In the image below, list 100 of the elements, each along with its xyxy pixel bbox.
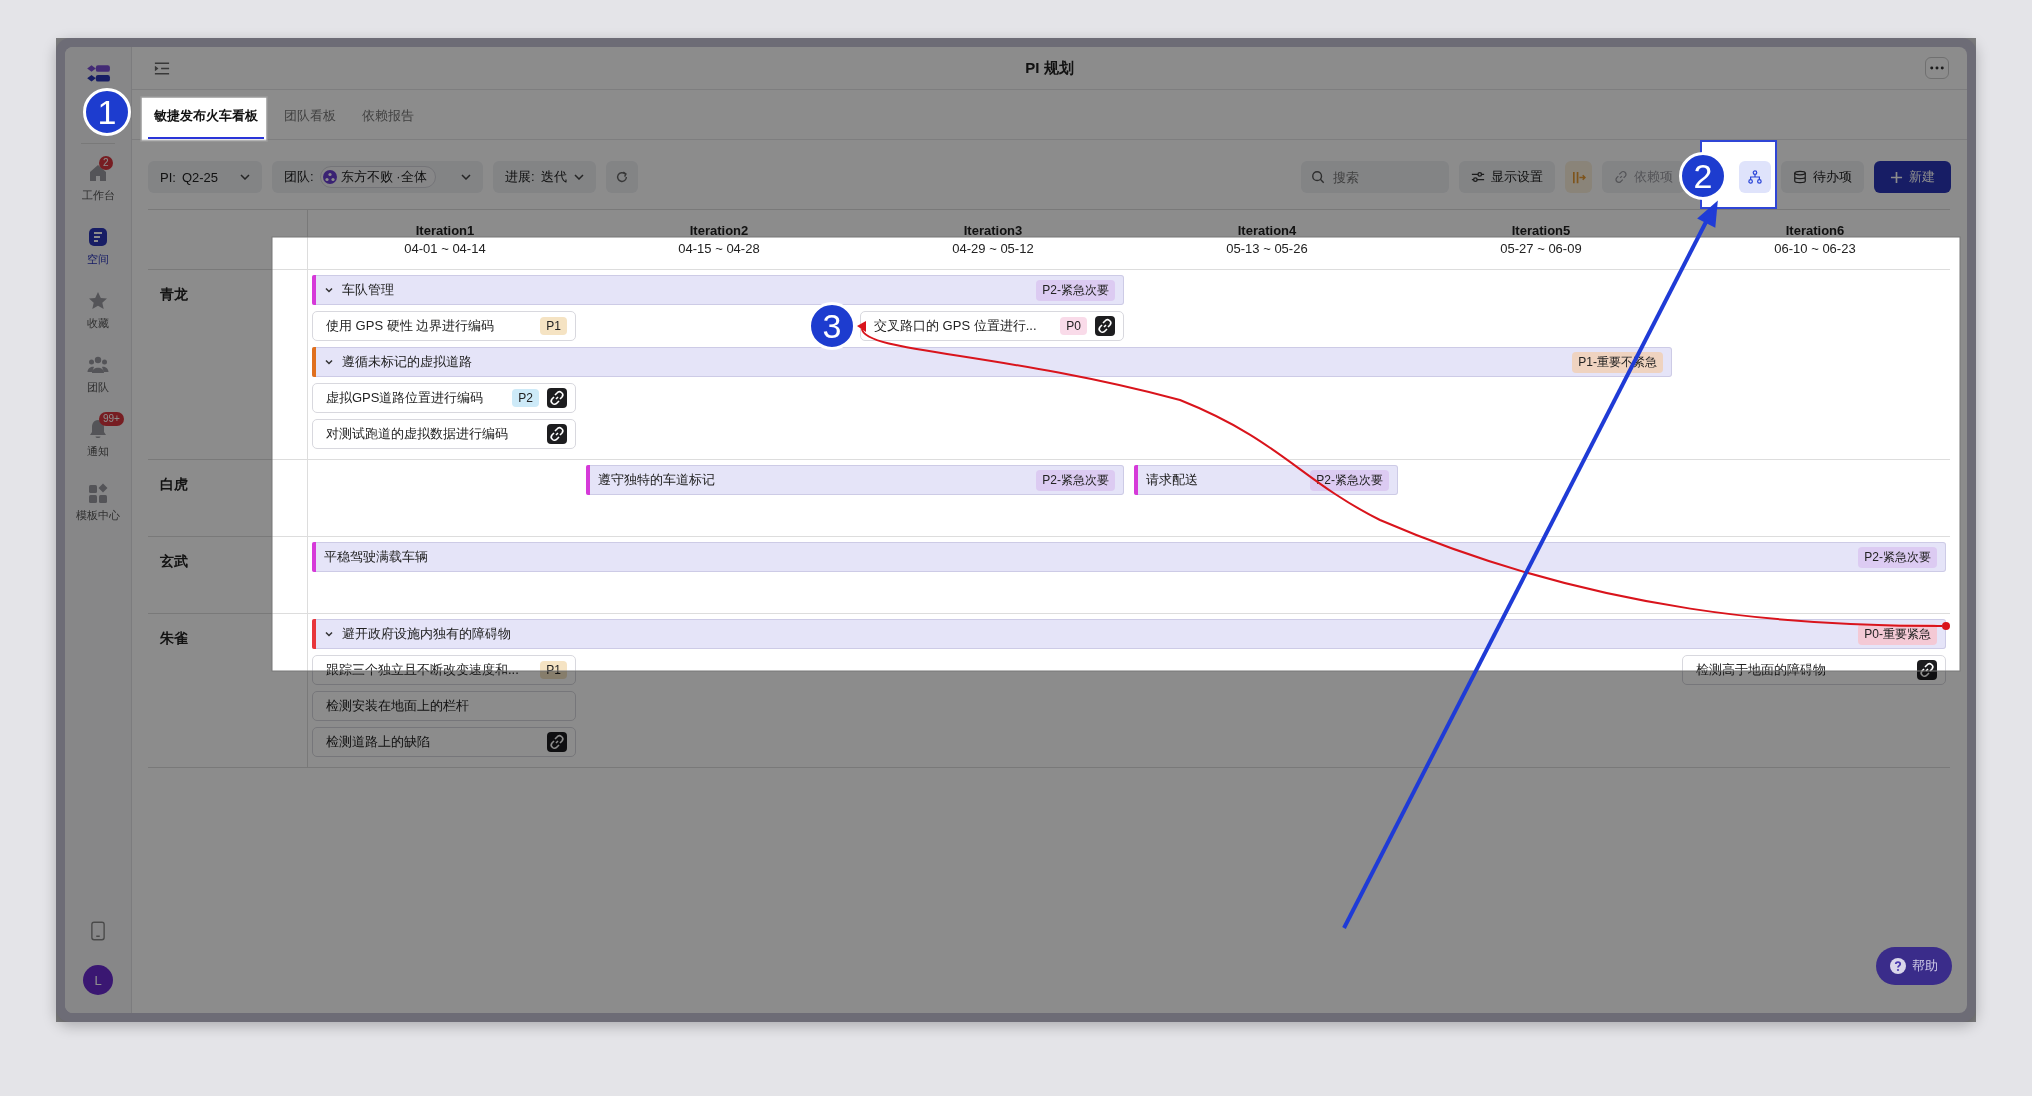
link-icon[interactable] [1095,316,1115,336]
story-card[interactable]: 跟踪三个独立且不断改变速度和... P1 [312,655,576,685]
more-button[interactable] [1925,57,1949,79]
more-icon [1930,66,1944,70]
sidebar-item[interactable]: 99+ 通知 [68,412,128,476]
story-title: 使用 GPS 硬性 边界进行编码 [326,317,495,335]
priority-tag: P1 [540,317,567,335]
team-name: 玄武 [160,553,188,569]
story-card[interactable]: 虚拟GPS道路位置进行编码 P2 [312,383,576,413]
feature-bar[interactable]: 避开政府设施内独有的障碍物 P0-重要紧急 [312,619,1946,649]
link-icon[interactable] [547,424,567,444]
link-icon [1614,170,1628,184]
filter-label: PI: [160,169,176,185]
tab[interactable]: 依赖报告 [356,107,420,139]
feature-bar[interactable]: 请求配送 P2-紧急次要 [1134,465,1398,495]
tab[interactable]: 团队看板 [278,107,342,139]
story-card[interactable]: 交叉路口的 GPS 位置进行... P0 [860,311,1124,341]
link-icon[interactable] [547,388,567,408]
link-icon[interactable] [1917,660,1937,680]
sliders-icon [1471,170,1485,184]
search-field[interactable]: 搜索 [1301,161,1449,193]
help-button[interactable]: 帮助 [1876,947,1952,985]
feature-title: 平稳驾驶满载车辆 [324,548,428,566]
story-card[interactable]: 检测高于地面的障碍物 [1682,655,1946,685]
story-title: 交叉路口的 GPS 位置进行... [874,317,1037,335]
sidebar-item[interactable]: 团队 [68,348,128,412]
iteration-name: Iteration5 [1511,222,1571,240]
feature-title: 遵循未标记的虚拟道路 [342,353,472,371]
database-icon [1793,170,1807,184]
filter-value: 迭代 [540,168,567,186]
story-card[interactable]: 使用 GPS 硬性 边界进行编码 P1 [312,311,576,341]
priority-tag: P0 [1060,317,1087,335]
plus-icon [1890,170,1903,184]
sidebar-label: 通知 [87,444,109,459]
feature-title: 请求配送 [1146,471,1198,489]
notification-badge: 2 [99,156,113,170]
feature-bar[interactable]: 遵守独特的车道标记 P2-紧急次要 [586,465,1124,495]
priority-tag: P2-紧急次要 [1858,546,1937,568]
caret-icon [574,174,584,180]
story-title: 虚拟GPS道路位置进行编码 [326,389,484,407]
question-icon [1890,958,1906,974]
chevron-icon[interactable] [324,629,334,639]
story-card[interactable]: 检测安装在地面上的栏杆 [312,691,576,721]
hierarchy-button[interactable] [1739,161,1771,193]
caret-icon [461,174,471,180]
filter-label: 进展: [505,168,535,186]
filter-dropdown[interactable]: 团队: 东方不败 ·全体 [272,161,483,193]
filter-value: Q2-25 [181,169,219,185]
team-chip: 东方不败 ·全体 [319,166,436,188]
new-button[interactable]: 新建 [1874,161,1951,193]
user-avatar[interactable]: L [83,965,113,995]
filter-label: 团队: [284,168,314,186]
iteration-name: Iteration4 [1237,222,1297,240]
apps-icon [87,482,109,504]
sidebar-item[interactable]: 2 工作台 [68,156,128,220]
team-name: 青龙 [160,286,188,302]
priority-tag: P2-紧急次要 [1036,279,1115,301]
expand-sidebar-icon[interactable] [154,62,170,75]
feature-bar[interactable]: 车队管理 P2-紧急次要 [312,275,1124,305]
refresh-button[interactable] [606,161,638,193]
display-settings-button[interactable]: 显示设置 [1459,161,1555,193]
team-avatar-icon [322,170,337,184]
chevron-icon[interactable] [324,285,334,295]
story-card[interactable]: 对测试跑道的虚拟数据进行编码 [312,419,576,449]
iteration-dates: 04-29 ~ 05-12 [952,240,1034,258]
sidebar-label: 收藏 [87,316,109,331]
search-icon [1311,170,1325,184]
link-icon[interactable] [547,732,567,752]
priority-tag: P2 [512,389,539,407]
iteration-name: Iteration6 [1785,222,1845,240]
team-name: 白虎 [160,476,188,492]
sidebar-label: 空间 [87,252,109,267]
story-title: 对测试跑道的虚拟数据进行编码 [326,425,508,443]
feature-bar[interactable]: 平稳驾驶满载车辆 P2-紧急次要 [312,542,1946,572]
document-icon [87,226,109,248]
caret-icon [240,174,250,180]
iteration-dates: 04-15 ~ 04-28 [678,240,760,258]
chevron-icon[interactable] [324,357,334,367]
story-title: 跟踪三个独立且不断改变速度和... [326,661,519,679]
feature-title: 车队管理 [342,281,394,299]
filter-dropdown[interactable]: 进展: 迭代 [493,161,596,193]
story-title: 检测高于地面的障碍物 [1696,661,1826,679]
iteration-name: Iteration2 [689,222,749,240]
feature-title: 遵守独特的车道标记 [598,471,715,489]
sidebar-item[interactable]: 空间 [68,220,128,284]
sidebar-item[interactable]: 模板中心 [68,476,128,540]
story-card[interactable]: 检测道路上的缺陷 [312,727,576,757]
star-icon [87,290,109,312]
sidebar-item[interactable]: 收藏 [68,284,128,348]
priority-tag: P2-紧急次要 [1310,469,1389,491]
story-title: 检测安装在地面上的栏杆 [326,697,469,715]
sidebar-label: 模板中心 [76,508,120,523]
page-title: PI 规划 [1025,58,1074,78]
filter-dropdown[interactable]: PI: Q2-25 [148,161,262,193]
priority-tag: P2-紧急次要 [1036,469,1115,491]
iteration-dates: 05-13 ~ 05-26 [1226,240,1308,258]
backlog-button[interactable]: 待办项 [1781,161,1864,193]
phone-icon[interactable] [91,921,105,941]
iteration-dates: 04-01 ~ 04-14 [404,240,486,258]
tab[interactable]: 敏捷发布火车看板 [148,107,264,139]
